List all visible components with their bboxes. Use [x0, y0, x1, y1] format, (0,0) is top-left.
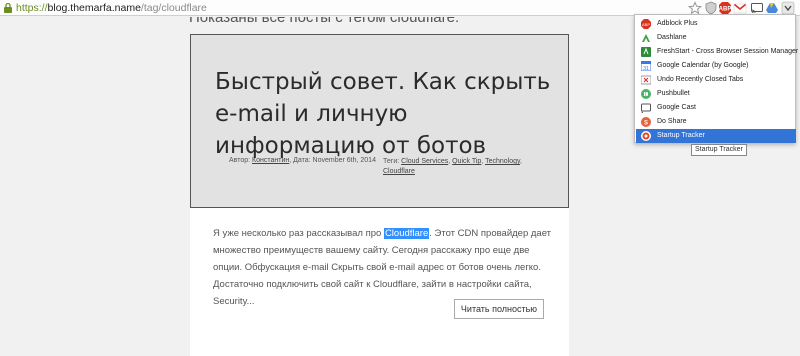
- menu-item-adblock-plus[interactable]: ABP Adblock Plus: [636, 17, 796, 31]
- post-meta: Автор: Константин, Дата: November 6th, 2…: [229, 157, 376, 164]
- shield-icon[interactable]: [704, 1, 718, 15]
- menu-item-label: Pushbullet: [657, 90, 690, 97]
- menu-item-label: Dashlane: [657, 34, 687, 41]
- menu-item-label: FreshStart - Cross Browser Session Manag…: [657, 48, 799, 55]
- freshstart-icon: [641, 47, 651, 57]
- menu-item-undo-closed-tabs[interactable]: Undo Recently Closed Tabs: [636, 73, 796, 87]
- post-date: , Дата: November 6th, 2014: [289, 157, 376, 164]
- dashlane-icon: [642, 34, 650, 42]
- undo-tabs-icon: [641, 75, 651, 85]
- menu-item-google-calendar[interactable]: 31 Google Calendar (by Google): [636, 59, 796, 73]
- post-title[interactable]: Быстрый совет. Как скрыть e-mail и личну…: [215, 66, 555, 162]
- url-host: blog.themarfa.name: [47, 2, 141, 14]
- adblock-plus-icon: ABP: [641, 19, 651, 29]
- svg-text:31: 31: [643, 66, 649, 71]
- menu-item-label: Startup Tracker: [657, 132, 705, 139]
- excerpt-text-start: Я уже несколько раз рассказывал про: [213, 228, 384, 239]
- url-path: /tag/cloudflare: [140, 2, 207, 14]
- startup-tracker-icon: [641, 131, 651, 141]
- tooltip: Startup Tracker: [691, 144, 747, 156]
- menu-item-do-share[interactable]: S Do Share: [636, 115, 796, 129]
- adblock-icon[interactable]: ABP: [718, 1, 732, 15]
- google-cast-icon: [641, 103, 651, 113]
- google-cast-toolbar-icon[interactable]: [750, 1, 764, 15]
- menu-item-label: Google Calendar (by Google): [657, 62, 749, 69]
- menu-item-dashlane[interactable]: Dashlane: [636, 31, 796, 45]
- read-more-button[interactable]: Читать полностью: [454, 299, 544, 319]
- tag-link[interactable]: Technology: [485, 158, 520, 165]
- excerpt-text-end: . Этот CDN провайдер дает множество преи…: [213, 228, 552, 307]
- tag-link[interactable]: Quick Tip: [452, 158, 481, 165]
- menu-item-label: Adblock Plus: [657, 20, 698, 27]
- drive-icon[interactable]: [765, 1, 779, 15]
- url-scheme: https://: [16, 2, 48, 14]
- gmail-icon[interactable]: [733, 1, 747, 15]
- address-bar[interactable]: https://blog.themarfa.name/tag/cloudflar…: [16, 1, 207, 15]
- post-tags: Теги: Cloud Services, Quick Tip, Technol…: [383, 158, 522, 175]
- menu-item-google-cast[interactable]: Google Cast: [636, 101, 796, 115]
- tag-link[interactable]: Cloud Services: [401, 158, 448, 165]
- extensions-overflow-icon[interactable]: [781, 1, 795, 15]
- svg-text:S: S: [644, 121, 648, 127]
- do-share-icon: S: [641, 117, 651, 127]
- menu-item-label: Google Cast: [657, 104, 696, 111]
- post-excerpt-card: Я уже несколько раз рассказывал про Clou…: [190, 208, 569, 356]
- tags-prefix: Теги:: [383, 158, 402, 165]
- svg-text:ABP: ABP: [642, 22, 650, 27]
- post-header: Быстрый совет. Как скрыть e-mail и личну…: [190, 34, 569, 208]
- menu-item-label: Do Share: [657, 118, 687, 125]
- google-calendar-icon: 31: [641, 61, 651, 71]
- post-excerpt: Я уже несколько раз рассказывал про Clou…: [213, 225, 553, 310]
- lock-icon: [4, 2, 12, 13]
- tag-link[interactable]: Cloudflare: [383, 168, 415, 175]
- menu-item-startup-tracker[interactable]: Startup Tracker: [636, 129, 796, 143]
- menu-item-freshstart[interactable]: FreshStart - Cross Browser Session Manag…: [636, 45, 799, 59]
- svg-text:ABP: ABP: [719, 7, 732, 13]
- bookmark-star-icon[interactable]: [688, 1, 702, 15]
- extensions-menu: ABP Adblock Plus Dashlane FreshStart - C…: [634, 14, 799, 143]
- page-title: Показаны все посты с тегом cloudflare:: [189, 17, 460, 26]
- selected-text: Cloudflare: [383, 228, 430, 239]
- menu-item-pushbullet[interactable]: Pushbullet: [636, 87, 796, 101]
- author-prefix: Автор:: [229, 157, 253, 164]
- author-link[interactable]: Константин: [252, 157, 289, 164]
- menu-item-label: Undo Recently Closed Tabs: [657, 76, 744, 83]
- pushbullet-icon: [641, 89, 651, 99]
